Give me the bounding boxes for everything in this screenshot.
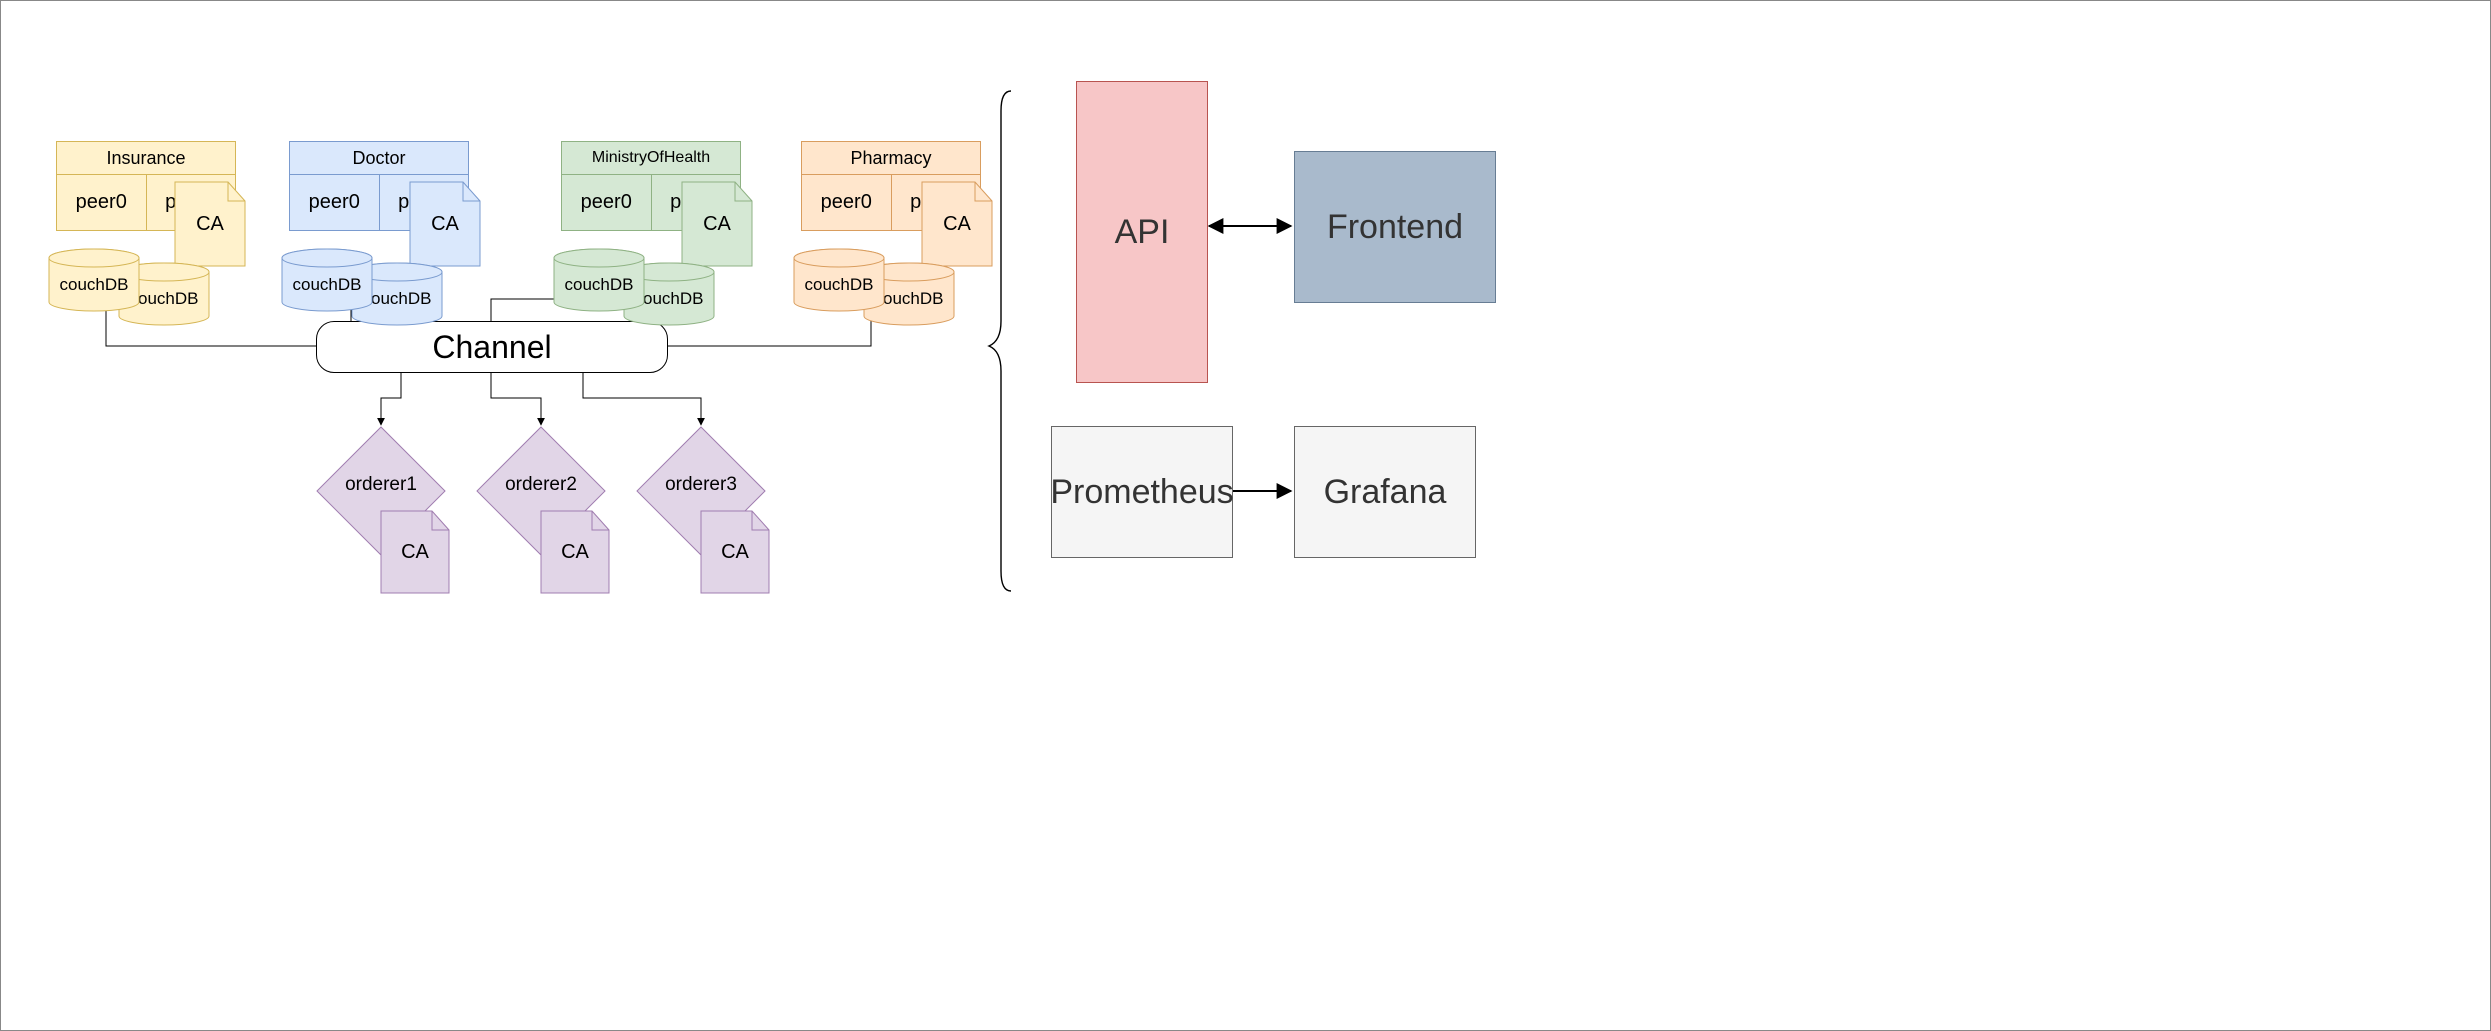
org-ministry-ca: CA [681,181,753,267]
org-pharmacy-ca: CA [921,181,993,267]
orderer3: orderer3 CA [636,426,766,556]
api-box: API [1076,81,1208,383]
frontend-box: Frontend [1294,151,1496,303]
org-doctor-peer0: peer0 [289,174,380,231]
orderer2-ca: CA [540,510,610,594]
orderer3-ca: CA [700,510,770,594]
org-insurance-couchdb0: couchDB [48,249,140,311]
org-pharmacy-title: Pharmacy [801,141,981,174]
org-insurance-ca: CA [174,181,246,267]
org-insurance-peer0: peer0 [56,174,147,231]
prometheus-box: Prometheus [1051,426,1233,558]
org-doctor-ca: CA [409,181,481,267]
org-ministry-peer0: peer0 [561,174,652,231]
org-pharmacy-peer0: peer0 [801,174,892,231]
org-insurance-title: Insurance [56,141,236,174]
channel-node: Channel [316,321,668,373]
org-ministry-couchdb0: couchDB [553,249,645,311]
orderer1-ca: CA [380,510,450,594]
org-ministry-title: MinistryOfHealth [561,141,741,174]
org-pharmacy-couchdb0: couchDB [793,249,885,311]
org-doctor-couchdb0: couchDB [281,249,373,311]
orderer1: orderer1 CA [316,426,446,556]
grafana-box: Grafana [1294,426,1476,558]
org-doctor-title: Doctor [289,141,469,174]
orderer2: orderer2 CA [476,426,606,556]
